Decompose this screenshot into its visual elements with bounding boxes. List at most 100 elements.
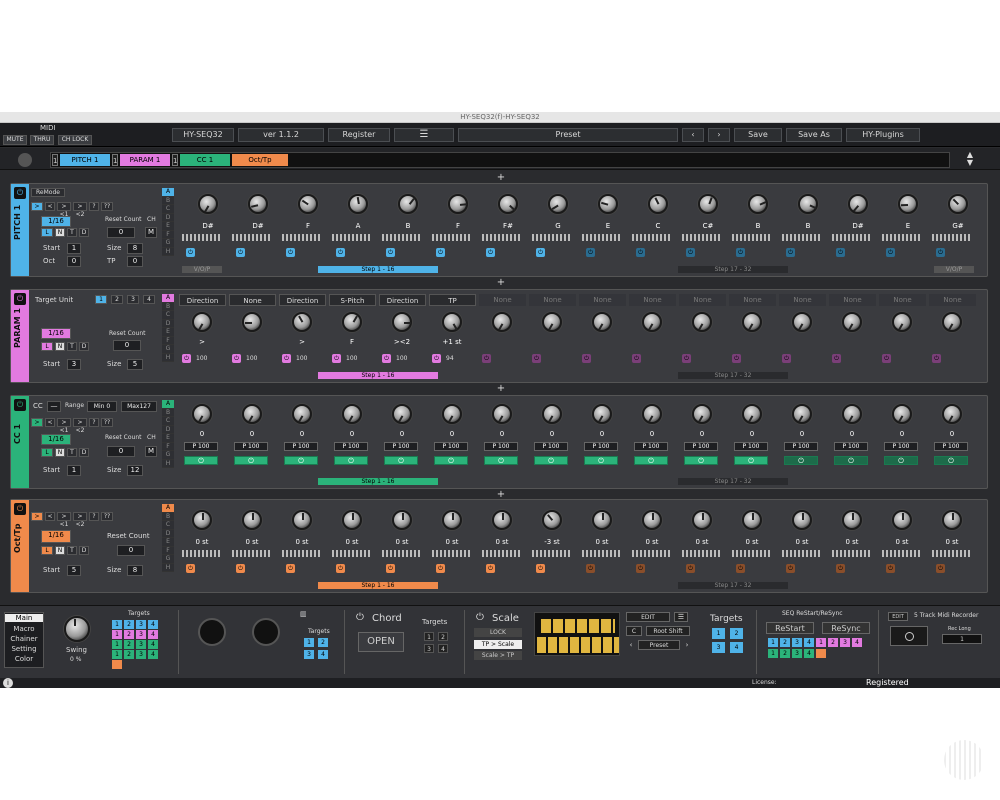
step-knob[interactable] [892, 404, 912, 424]
abc-c[interactable]: C [162, 311, 174, 320]
step-power-icon[interactable]: ⏻ [536, 248, 545, 257]
target-3-2[interactable]: 2 [438, 632, 448, 641]
step-knob[interactable] [448, 194, 468, 214]
step-knob[interactable] [492, 510, 512, 530]
thru-button[interactable]: THRU [30, 135, 54, 145]
add-track-button-3[interactable]: + [496, 384, 506, 394]
length-field[interactable]: 1/16 [41, 328, 71, 339]
step-target-header[interactable]: None [879, 294, 926, 306]
random-button[interactable]: ? [89, 418, 99, 427]
step-power-icon[interactable]: ⏻ [486, 248, 495, 257]
tab-oct-tp[interactable]: Oct/Tp [232, 154, 288, 166]
step-range-1-16[interactable]: Step 1 - 16 [318, 266, 438, 273]
rec-long-field[interactable]: 1 [942, 634, 982, 644]
step-gate-bars[interactable] [732, 550, 772, 557]
step-power-icon[interactable]: ⏻ [436, 564, 445, 573]
mode-t[interactable]: T [67, 546, 77, 555]
step-probability[interactable]: P 100 [384, 442, 418, 451]
restart-target[interactable]: 4 [804, 638, 814, 647]
plugins-button[interactable]: HY-Plugins [846, 128, 920, 142]
reset-count-field[interactable]: 0 [117, 545, 145, 556]
target-2-4[interactable]: 4 [318, 650, 328, 659]
next-preset-icon[interactable]: › [708, 128, 730, 142]
step-range-17-32[interactable]: Step 17 - 32 [678, 266, 788, 273]
step-gate-bars[interactable] [582, 234, 622, 241]
swing-target-oct[interactable] [112, 660, 122, 669]
scale-preset-field[interactable]: Preset [638, 640, 680, 650]
step-power-icon[interactable]: ⏻ [684, 456, 718, 465]
random2-button[interactable]: ?? [101, 418, 113, 427]
track-cc-power-icon[interactable]: ⏻ [14, 399, 26, 411]
step-gate-bars[interactable] [732, 234, 772, 241]
ch-field[interactable]: M [145, 446, 157, 457]
scroll-updown-icon[interactable]: ▲ ▼ [962, 151, 978, 167]
abc-f[interactable]: F [162, 442, 174, 451]
length-field[interactable]: 1/16 [41, 216, 71, 227]
step-knob[interactable] [748, 194, 768, 214]
step-power-icon[interactable]: ⏻ [284, 456, 318, 465]
step-power-icon[interactable]: ⏻ [286, 248, 295, 257]
step-knob[interactable] [948, 194, 968, 214]
step-knob[interactable] [848, 194, 868, 214]
info-icon[interactable]: i [3, 678, 13, 688]
abc-h[interactable]: H [162, 459, 174, 468]
abc-a[interactable]: A [162, 400, 174, 409]
swing-target[interactable]: 4 [148, 630, 158, 639]
step-gate-bars[interactable] [782, 550, 822, 557]
step-gate-bars[interactable] [232, 234, 272, 241]
target-4-2[interactable]: 2 [730, 628, 743, 639]
step-target-header[interactable]: Direction [279, 294, 326, 306]
step-knob[interactable] [342, 404, 362, 424]
step-knob[interactable] [592, 510, 612, 530]
length-field[interactable]: 1/16 [41, 530, 71, 543]
swing-target[interactable]: 3 [136, 630, 146, 639]
step-power-icon[interactable]: ⏻ [884, 456, 918, 465]
chord-power-icon[interactable]: ⏻ [356, 612, 364, 623]
step-target-header[interactable]: None [779, 294, 826, 306]
ch-lock-button[interactable]: CH LOCK [58, 135, 92, 145]
reverse-button[interactable]: < [45, 418, 55, 427]
step-knob[interactable] [792, 404, 812, 424]
restart-target[interactable]: 2 [780, 638, 790, 647]
sync-button[interactable]: > [31, 512, 43, 521]
step-knob[interactable] [392, 404, 412, 424]
step-target-header[interactable]: Direction [379, 294, 426, 306]
abc-f[interactable]: F [162, 336, 174, 345]
step-power-icon[interactable]: ⏻ [232, 354, 241, 363]
target-3-4[interactable]: 4 [438, 644, 448, 653]
target-3-1[interactable]: 1 [424, 632, 434, 641]
oct-field[interactable]: 0 [67, 256, 81, 267]
step-target-header[interactable]: None [629, 294, 676, 306]
pingpong2-button[interactable]: ><2 [73, 202, 87, 218]
step-knob[interactable] [392, 510, 412, 530]
step-gate-bars[interactable] [682, 234, 722, 241]
step-gate-bars[interactable] [282, 550, 322, 557]
random2-button[interactable]: ?? [101, 202, 113, 211]
abc-pattern-selector[interactable]: ABCDEFGH [162, 504, 174, 572]
abc-g[interactable]: G [162, 555, 174, 564]
target-3-3[interactable]: 3 [424, 644, 434, 653]
step-range-17-32[interactable]: Step 17 - 32 [678, 478, 788, 485]
abc-d[interactable]: D [162, 213, 174, 222]
size-field[interactable]: 5 [127, 359, 143, 370]
lock-mode-l[interactable]: L [41, 448, 53, 457]
step-knob[interactable] [642, 510, 662, 530]
step-power-icon[interactable]: ⏻ [282, 354, 291, 363]
step-knob[interactable] [742, 510, 762, 530]
size-field[interactable]: 8 [127, 565, 143, 576]
tab-pitch-1[interactable]: PITCH 1 [60, 154, 110, 166]
ch-field[interactable]: M [145, 227, 157, 238]
abc-e[interactable]: E [162, 434, 174, 443]
step-power-icon[interactable]: ⏻ [384, 456, 418, 465]
swing-target[interactable]: 3 [136, 620, 146, 629]
step-power-icon[interactable]: ⏻ [584, 456, 618, 465]
abc-g[interactable]: G [162, 239, 174, 248]
keyboard-icon[interactable]: ▥ [300, 610, 307, 618]
step-power-icon[interactable]: ⏻ [334, 456, 368, 465]
preset-field[interactable]: Preset [458, 128, 678, 142]
sync-button[interactable]: > [31, 202, 43, 211]
step-knob[interactable] [442, 510, 462, 530]
scale-key-field[interactable]: C [626, 626, 642, 636]
step-knob[interactable] [548, 194, 568, 214]
lock-mode-l[interactable]: L [41, 228, 53, 237]
